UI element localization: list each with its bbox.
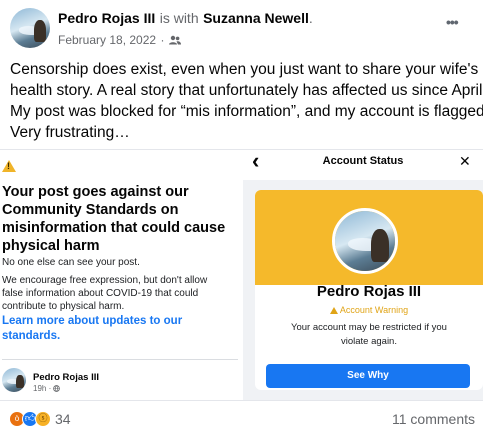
avatar-photo <box>2 368 26 392</box>
post-header: Pedro Rojas III is with Suzanna Newell. <box>58 10 313 28</box>
post-meta: February 18, 2022 · <box>58 31 181 49</box>
policy-text: We encourage free expression, but don't … <box>2 274 207 313</box>
globe-icon <box>53 385 61 392</box>
status-description: Your account may be restricted if you vi… <box>255 321 483 349</box>
reaction-count: 34 <box>55 411 71 427</box>
post-text-line: health story. A real story that unfortun… <box>10 82 483 99</box>
author-avatar[interactable] <box>10 8 50 48</box>
image-border-bottom <box>0 400 483 401</box>
warning-label: Account Warning <box>339 305 409 315</box>
author-avatar-small <box>2 368 26 392</box>
time-label: 19h · <box>33 384 52 393</box>
policy-line: false information about COVID-19 that co… <box>2 288 199 299</box>
post-text-line: My post was blocked for “mis information… <box>10 103 483 120</box>
account-status-screenshot[interactable]: ‹ Account Status ✕ Pedro Rojas III Accou… <box>243 148 483 400</box>
blocked-post-author: Pedro Rojas III <box>33 372 99 383</box>
post-text-line: Very frustrating… <box>10 124 130 141</box>
tagged-name[interactable]: Suzanna Newell <box>203 10 309 26</box>
title-line: physical harm <box>2 238 100 254</box>
policy-line: contribute to physical harm. <box>2 301 125 312</box>
sad-icon: ⓢ <box>35 411 51 427</box>
learn-more-link[interactable]: Learn more about updates to our standard… <box>2 314 182 344</box>
status-title: Account Status <box>322 155 404 167</box>
account-warning: Account Warning <box>255 305 483 315</box>
comments-count[interactable]: 11 comments <box>392 411 475 427</box>
author-name[interactable]: Pedro Rojas III <box>58 10 155 26</box>
desc-line: Your account may be restricted if you <box>291 322 447 333</box>
more-options-button[interactable]: ••• <box>446 14 459 30</box>
post-date[interactable]: February 18, 2022 <box>58 33 156 47</box>
title-line: misinformation that could cause <box>2 220 226 236</box>
title-line: Community Standards on <box>2 202 179 218</box>
friends-icon <box>168 35 181 45</box>
date-separator: · <box>160 33 165 47</box>
with-connector: is with <box>159 10 199 26</box>
post-text: Censorship does exist, even when you jus… <box>10 59 483 143</box>
see-why-button[interactable]: See Why <box>266 364 470 388</box>
avatar-photo <box>10 8 50 48</box>
close-icon[interactable]: ✕ <box>459 153 471 170</box>
avatar-photo <box>335 211 395 271</box>
visibility-note: No one else can see your post. <box>2 257 140 268</box>
warning-small-icon <box>329 307 338 314</box>
blocked-post-time: 19h · <box>33 384 61 393</box>
policy-line: We encourage free expression, but don't … <box>2 275 208 286</box>
link-line: Learn more about updates to our <box>2 315 183 327</box>
blocked-post-screenshot[interactable]: ! Your post goes against our Community S… <box>0 150 240 400</box>
tagged-suffix: . <box>308 10 313 26</box>
warning-triangle-icon: ! <box>2 160 16 172</box>
status-name: Pedro Rojas III <box>316 283 422 300</box>
link-line: standards. <box>2 330 61 342</box>
title-line: Your post goes against our <box>2 184 189 200</box>
desc-line: violate again. <box>341 336 397 347</box>
post-text-line: Censorship does exist, even when you jus… <box>10 61 479 78</box>
panel-divider <box>2 359 238 360</box>
violation-title: Your post goes against our Community Sta… <box>2 183 238 255</box>
status-avatar <box>332 208 398 274</box>
